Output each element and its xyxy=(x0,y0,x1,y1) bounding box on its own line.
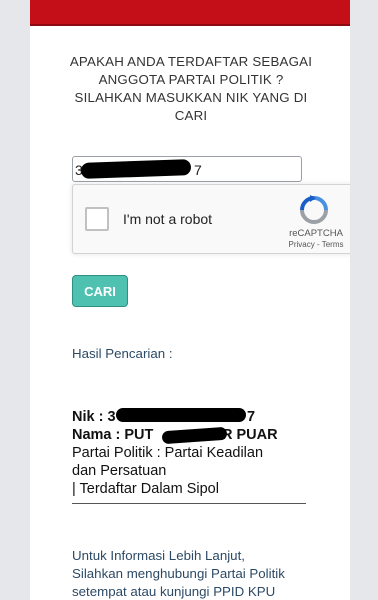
instruction-line: APAKAH ANDA TERDAFTAR SEBAGAI xyxy=(69,54,313,69)
instruction-line: SILAHKAN MASUKKAN NIK YANG DI xyxy=(74,90,308,105)
result-nama-label: Nama : PUT xyxy=(72,427,154,443)
result-nama: Nama : PUT R PUAR xyxy=(72,426,306,445)
nik-input-value-end: 7 xyxy=(194,162,202,178)
instruction-line: CARI xyxy=(174,108,208,123)
search-button[interactable]: CARI xyxy=(72,275,128,307)
recaptcha-logo-icon xyxy=(300,195,328,224)
result-nik: Nik : 3 7 xyxy=(72,408,306,426)
results-heading: Hasil Pencarian : xyxy=(72,346,173,361)
recaptcha-brand: reCAPTCHA xyxy=(289,228,343,239)
result-partai-line: Partai Politik : Partai Keadilan xyxy=(72,445,264,461)
result-status: | Terdaftar Dalam Sipol xyxy=(72,481,219,497)
info-line: setempat atau kunjungi PPID KPU xyxy=(72,584,276,599)
nik-input[interactable]: 37 xyxy=(72,156,302,182)
info-text: Untuk Informasi Lebih Lanjut, Silahkan m… xyxy=(72,547,322,600)
result-panel: Nik : 3 7 Nama : PUT R PUAR Partai Politik… xyxy=(72,408,306,498)
header-bar xyxy=(30,0,350,26)
recaptcha-checkbox[interactable] xyxy=(85,207,109,231)
recaptcha-label: I'm not a robot xyxy=(123,211,213,227)
recaptcha-links[interactable]: Privacy - Terms xyxy=(273,240,350,249)
content-card: APAKAH ANDA TERDAFTAR SEBAGAI ANGGOTA PA… xyxy=(30,0,350,600)
info-line: Silahkan menghubungi Partai Politik xyxy=(72,566,285,581)
result-divider xyxy=(72,503,306,504)
page-background-left xyxy=(0,0,30,600)
result-nama-end: R PUAR xyxy=(222,427,278,443)
instruction-line: ANGGOTA PARTAI POLITIK ? xyxy=(98,72,284,87)
redaction-mark xyxy=(161,426,228,445)
redaction-mark xyxy=(116,408,246,422)
redaction-mark xyxy=(80,159,192,179)
recaptcha-widget: I'm not a robot reCAPTCHA Privacy - Term… xyxy=(72,184,350,254)
result-nik-label: Nik : 3 xyxy=(72,409,116,425)
result-nik-end: 7 xyxy=(247,409,256,425)
page-background-right xyxy=(350,0,378,600)
info-line: Untuk Informasi Lebih Lanjut, xyxy=(72,548,245,563)
result-partai-line: dan Persatuan xyxy=(72,463,167,479)
instruction-text: APAKAH ANDA TERDAFTAR SEBAGAI ANGGOTA PA… xyxy=(50,53,332,125)
